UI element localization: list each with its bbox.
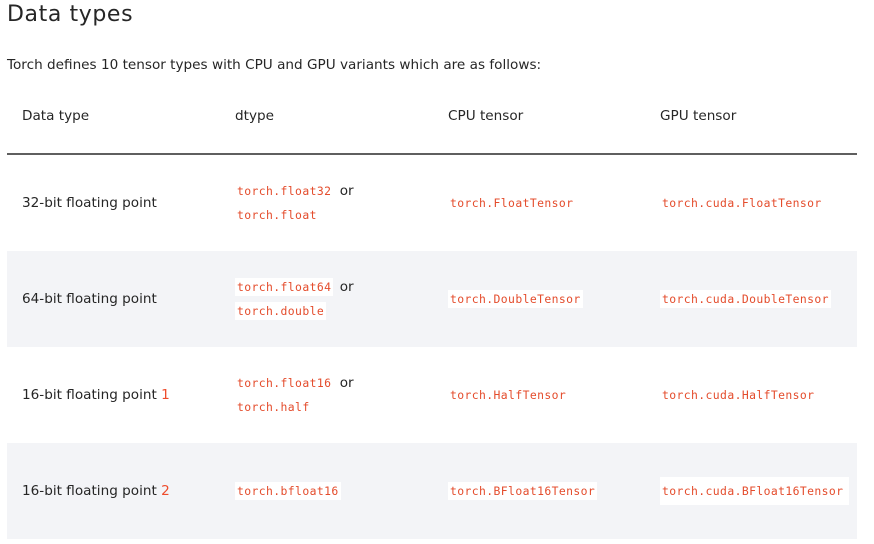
column-header-dtype: dtype — [220, 78, 433, 155]
table-row: 16-bit floating point 1 torch.float16 or… — [7, 347, 857, 443]
gpu-tensor-code: torch.cuda.HalfTensor — [660, 386, 817, 404]
dtype-alias-code: torch.double — [235, 302, 327, 320]
gpu-tensor-code: torch.cuda.BFloat16Tensor — [660, 477, 849, 505]
column-header-cpu-tensor: CPU tensor — [433, 78, 645, 155]
dtype-cell: torch.float16 or torch.half — [220, 347, 433, 443]
footnote-link[interactable]: 2 — [161, 483, 170, 499]
gpu-tensor-code: torch.cuda.DoubleTensor — [660, 290, 831, 308]
dtype-code: torch.float32 — [235, 182, 334, 200]
dtype-alias-code: torch.float — [235, 206, 319, 224]
cpu-tensor-code: torch.BFloat16Tensor — [448, 482, 598, 500]
docs-page: Data types Torch defines 10 tensor types… — [0, 0, 874, 544]
data-type-label: 32-bit floating point — [22, 195, 157, 211]
data-type-cell: 16-bit floating point 2 — [7, 443, 220, 539]
cpu-tensor-cell: torch.HalfTensor — [433, 347, 645, 443]
cpu-tensor-code: torch.DoubleTensor — [448, 290, 583, 308]
dtype-alias-code: torch.half — [235, 398, 312, 416]
cpu-tensor-cell: torch.DoubleTensor — [433, 251, 645, 347]
column-header-data-type: Data type — [7, 78, 220, 155]
dtype-cell: torch.float64 or torch.double — [220, 251, 433, 347]
section-heading: Data types — [7, 2, 134, 27]
gpu-tensor-cell: torch.cuda.FloatTensor — [645, 154, 857, 251]
footnote-link[interactable]: 1 — [161, 387, 170, 403]
column-header-gpu-tensor: GPU tensor — [645, 78, 857, 155]
dtype-code: torch.float64 — [235, 278, 334, 296]
cpu-tensor-cell: torch.BFloat16Tensor — [433, 443, 645, 539]
table-row: 32-bit floating point torch.float32 or t… — [7, 154, 857, 251]
or-text: or — [339, 279, 354, 295]
or-text: or — [339, 183, 354, 199]
data-type-label: 16-bit floating point — [22, 483, 157, 499]
dtype-code: torch.float16 — [235, 374, 334, 392]
gpu-tensor-cell: torch.cuda.DoubleTensor — [645, 251, 857, 347]
gpu-tensor-code: torch.cuda.FloatTensor — [660, 194, 824, 212]
table-header-row: Data type dtype CPU tensor GPU tensor — [7, 78, 857, 155]
data-type-label: 16-bit floating point — [22, 387, 157, 403]
cpu-tensor-cell: torch.FloatTensor — [433, 154, 645, 251]
cpu-tensor-code: torch.HalfTensor — [448, 386, 569, 404]
tensor-types-table: Data type dtype CPU tensor GPU tensor 32… — [7, 78, 857, 539]
intro-paragraph: Torch defines 10 tensor types with CPU a… — [7, 57, 542, 73]
table-row: 16-bit floating point 2 torch.bfloat16 t… — [7, 443, 857, 539]
data-type-cell: 16-bit floating point 1 — [7, 347, 220, 443]
dtype-cell: torch.float32 or torch.float — [220, 154, 433, 251]
gpu-tensor-cell: torch.cuda.BFloat16Tensor — [645, 443, 857, 539]
or-text: or — [339, 375, 354, 391]
data-type-cell: 32-bit floating point — [7, 154, 220, 251]
dtype-cell: torch.bfloat16 — [220, 443, 433, 539]
gpu-tensor-cell: torch.cuda.HalfTensor — [645, 347, 857, 443]
cpu-tensor-code: torch.FloatTensor — [448, 194, 576, 212]
data-type-label: 64-bit floating point — [22, 291, 157, 307]
dtype-code: torch.bfloat16 — [235, 482, 341, 500]
data-type-cell: 64-bit floating point — [7, 251, 220, 347]
table-row: 64-bit floating point torch.float64 or t… — [7, 251, 857, 347]
